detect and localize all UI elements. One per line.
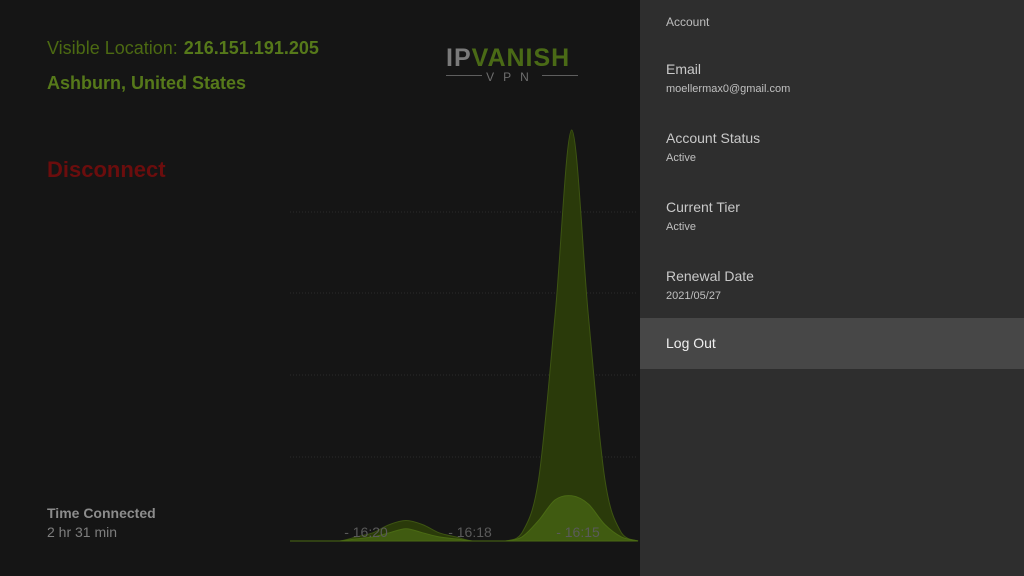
ip-address: 216.151.191.205 xyxy=(183,38,319,58)
account-panel-title: Account xyxy=(666,15,710,29)
chart-x-tick-label: - 16:18 xyxy=(448,524,492,540)
account-item-renewal[interactable]: Renewal Date 2021/05/27 xyxy=(640,268,1024,318)
chart-series-main-area xyxy=(289,129,639,542)
visible-location-label: Visible Location: xyxy=(47,38,178,58)
connection-screen: - 16:20- 16:18- 16:15 Visible Location: 2… xyxy=(0,0,640,576)
account-status-label: Account Status xyxy=(666,130,761,146)
renewal-date-label: Renewal Date xyxy=(666,268,754,284)
logo-ip: IP xyxy=(446,44,472,72)
visible-location: Visible Location: 216.151.191.205 xyxy=(47,38,319,59)
renewal-date-value: 2021/05/27 xyxy=(666,290,722,302)
email-value: moellermax0@gmail.com xyxy=(666,83,791,95)
account-item-status[interactable]: Account Status Active xyxy=(640,130,1024,180)
account-item-email[interactable]: Email moellermax0@gmail.com xyxy=(640,61,1024,111)
email-label: Email xyxy=(666,61,702,77)
location-city: Ashburn, United States xyxy=(47,73,247,93)
ipvanish-logo: IPVANISH VPN xyxy=(446,44,578,88)
logout-button[interactable]: Log Out xyxy=(640,318,1024,369)
account-panel: Account Email moellermax0@gmail.com Acco… xyxy=(640,0,1024,576)
logout-label: Log Out xyxy=(666,335,716,351)
current-tier-value: Active xyxy=(666,221,696,233)
chart-x-tick-label: - 16:15 xyxy=(556,524,600,540)
chart-x-tick-label: - 16:20 xyxy=(344,524,388,540)
account-item-tier[interactable]: Current Tier Active xyxy=(640,199,1024,249)
time-connected-value: 2 hr 31 min xyxy=(47,524,118,540)
logo-rule-right xyxy=(542,75,578,76)
logo-vpn: VPN xyxy=(486,70,538,84)
logo-vanish: VANISH xyxy=(471,44,571,72)
current-tier-label: Current Tier xyxy=(666,199,740,215)
time-connected-label: Time Connected xyxy=(47,505,156,521)
disconnect-button[interactable]: Disconnect xyxy=(47,157,166,183)
logo-wordmark: IPVANISH xyxy=(446,44,570,72)
account-status-value: Active xyxy=(666,152,696,164)
